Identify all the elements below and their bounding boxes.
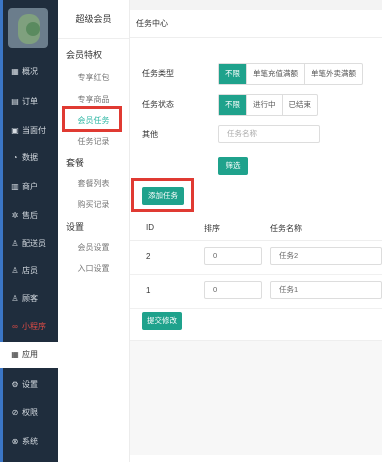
sub-link-entry-settings[interactable]: 入口设置 xyxy=(58,263,129,274)
sub-link-member-settings[interactable]: 会员设置 xyxy=(58,242,129,253)
group-label-privileges: 会员特权 xyxy=(66,50,103,60)
task-status-option-ongoing[interactable]: 进行中 xyxy=(246,95,282,115)
highlight-box-member-tasks xyxy=(62,106,122,132)
system-icon: ⊗ xyxy=(11,437,19,446)
sidebar-item-mini-program[interactable]: ∞ 小程序 xyxy=(0,314,58,340)
submit-changes-button[interactable]: 提交修改 xyxy=(142,312,182,330)
sub-link-task-records[interactable]: 任务记录 xyxy=(58,136,129,147)
col-header-task-name: 任务名称 xyxy=(270,224,302,233)
app-icon: ▦ xyxy=(11,350,19,359)
pay-icon: ▣ xyxy=(11,126,19,135)
sidebar-item-face-pay[interactable]: ▣ 当面付 xyxy=(0,118,58,144)
row-id: 2 xyxy=(146,252,151,261)
task-name-field[interactable]: 任务1 xyxy=(270,281,382,299)
sidebar-item-clerk[interactable]: ♙ 店员 xyxy=(0,258,58,284)
sidebar-item-customer[interactable]: ♙ 顾客 xyxy=(0,286,58,312)
task-type-label: 任务类型 xyxy=(142,69,174,78)
task-name-field[interactable]: 任务2 xyxy=(270,247,382,265)
list-icon: ▤ xyxy=(11,97,19,106)
sidebar-item-apps[interactable]: ▦ 应用 xyxy=(0,342,58,368)
sort-input[interactable]: 0 xyxy=(204,247,262,265)
sub-sidebar: 超级会员 会员特权 专享红包 专享商品 会员任务 任务记录 套餐 套餐列表 购买… xyxy=(58,0,130,462)
task-name-input[interactable]: 任务名称 xyxy=(218,125,320,143)
filter-button[interactable]: 筛选 xyxy=(218,157,248,175)
task-type-option-all[interactable]: 不限 xyxy=(219,64,246,84)
highlight-box-add-task xyxy=(131,178,194,212)
table-row: 1 0 任务1 xyxy=(130,274,382,309)
task-type-option-recharge[interactable]: 单笔充值满额 xyxy=(246,64,304,84)
sidebar-item-permissions[interactable]: ⊘ 权限 xyxy=(0,400,58,426)
gear-icon: ⚙ xyxy=(11,380,19,389)
mini-program-icon: ∞ xyxy=(12,322,18,331)
lock-icon: ⊘ xyxy=(11,408,19,417)
sort-input[interactable]: 0 xyxy=(204,281,262,299)
task-status-option-ended[interactable]: 已结束 xyxy=(281,95,318,115)
sub-link-package-list[interactable]: 套餐列表 xyxy=(58,178,129,189)
sidebar-item-system[interactable]: ⊗ 系统 xyxy=(0,429,58,455)
sub-link-purchase-records[interactable]: 购买记录 xyxy=(58,199,129,210)
task-status-option-all[interactable]: 不限 xyxy=(219,95,246,115)
grid-icon: ▦ xyxy=(11,67,19,76)
user-icon: ♙ xyxy=(11,294,19,303)
sidebar-item-after-sales[interactable]: ✲ 售后 xyxy=(0,203,58,229)
user-icon: ♙ xyxy=(11,239,19,248)
group-label-packages: 套餐 xyxy=(66,158,85,168)
sidebar-item-orders[interactable]: ▤ 订单 xyxy=(0,89,58,115)
sidebar-item-merchant[interactable]: ▥ 商户 xyxy=(0,174,58,200)
content-footer xyxy=(130,340,382,455)
sub-sidebar-title: 超级会员 xyxy=(58,0,129,39)
task-type-option-takeout[interactable]: 单笔外卖满额 xyxy=(304,64,362,84)
col-header-sort: 排序 xyxy=(204,224,220,233)
table-row: 2 0 任务2 xyxy=(130,240,382,275)
sidebar-item-settings[interactable]: ⚙ 设置 xyxy=(0,372,58,398)
table-header: ID 排序 任务名称 xyxy=(130,218,382,241)
sidebar-item-data[interactable]: ◔ 数据 xyxy=(0,145,58,171)
row-id: 1 xyxy=(146,286,151,295)
task-status-label: 任务状态 xyxy=(142,100,174,109)
sidebar-item-courier[interactable]: ♙ 配送员 xyxy=(0,231,58,257)
gear-icon: ✲ xyxy=(11,211,19,220)
group-label-settings: 设置 xyxy=(66,222,85,232)
col-header-id: ID xyxy=(146,223,154,232)
main-sidebar: ▦ 概况 ▤ 订单 ▣ 当面付 ◔ 数据 ▥ 商户 ✲ 售后 ♙ 配送员 ♙ 店员 ♙ 顾客 ∞ 小… xyxy=(0,0,58,462)
sub-link-exclusive-redpacket[interactable]: 专享红包 xyxy=(58,72,129,83)
shop-icon: ▥ xyxy=(11,182,19,191)
avatar[interactable] xyxy=(8,8,48,48)
task-status-filter: 不限 进行中 已结束 xyxy=(218,94,318,116)
chart-icon: ◔ xyxy=(12,153,18,162)
task-type-filter: 不限 单笔充值满额 单笔外卖满额 xyxy=(218,63,363,85)
sub-link-exclusive-goods[interactable]: 专享商品 xyxy=(58,94,129,105)
user-icon: ♙ xyxy=(11,266,19,275)
main-content: 任务类型 不限 单笔充值满额 单笔外卖满额 任务状态 不限 进行中 已结束 其他… xyxy=(130,38,382,462)
other-label: 其他 xyxy=(142,130,158,139)
sidebar-item-overview[interactable]: ▦ 概况 xyxy=(0,59,58,85)
page-title: 任务中心 xyxy=(130,10,382,38)
